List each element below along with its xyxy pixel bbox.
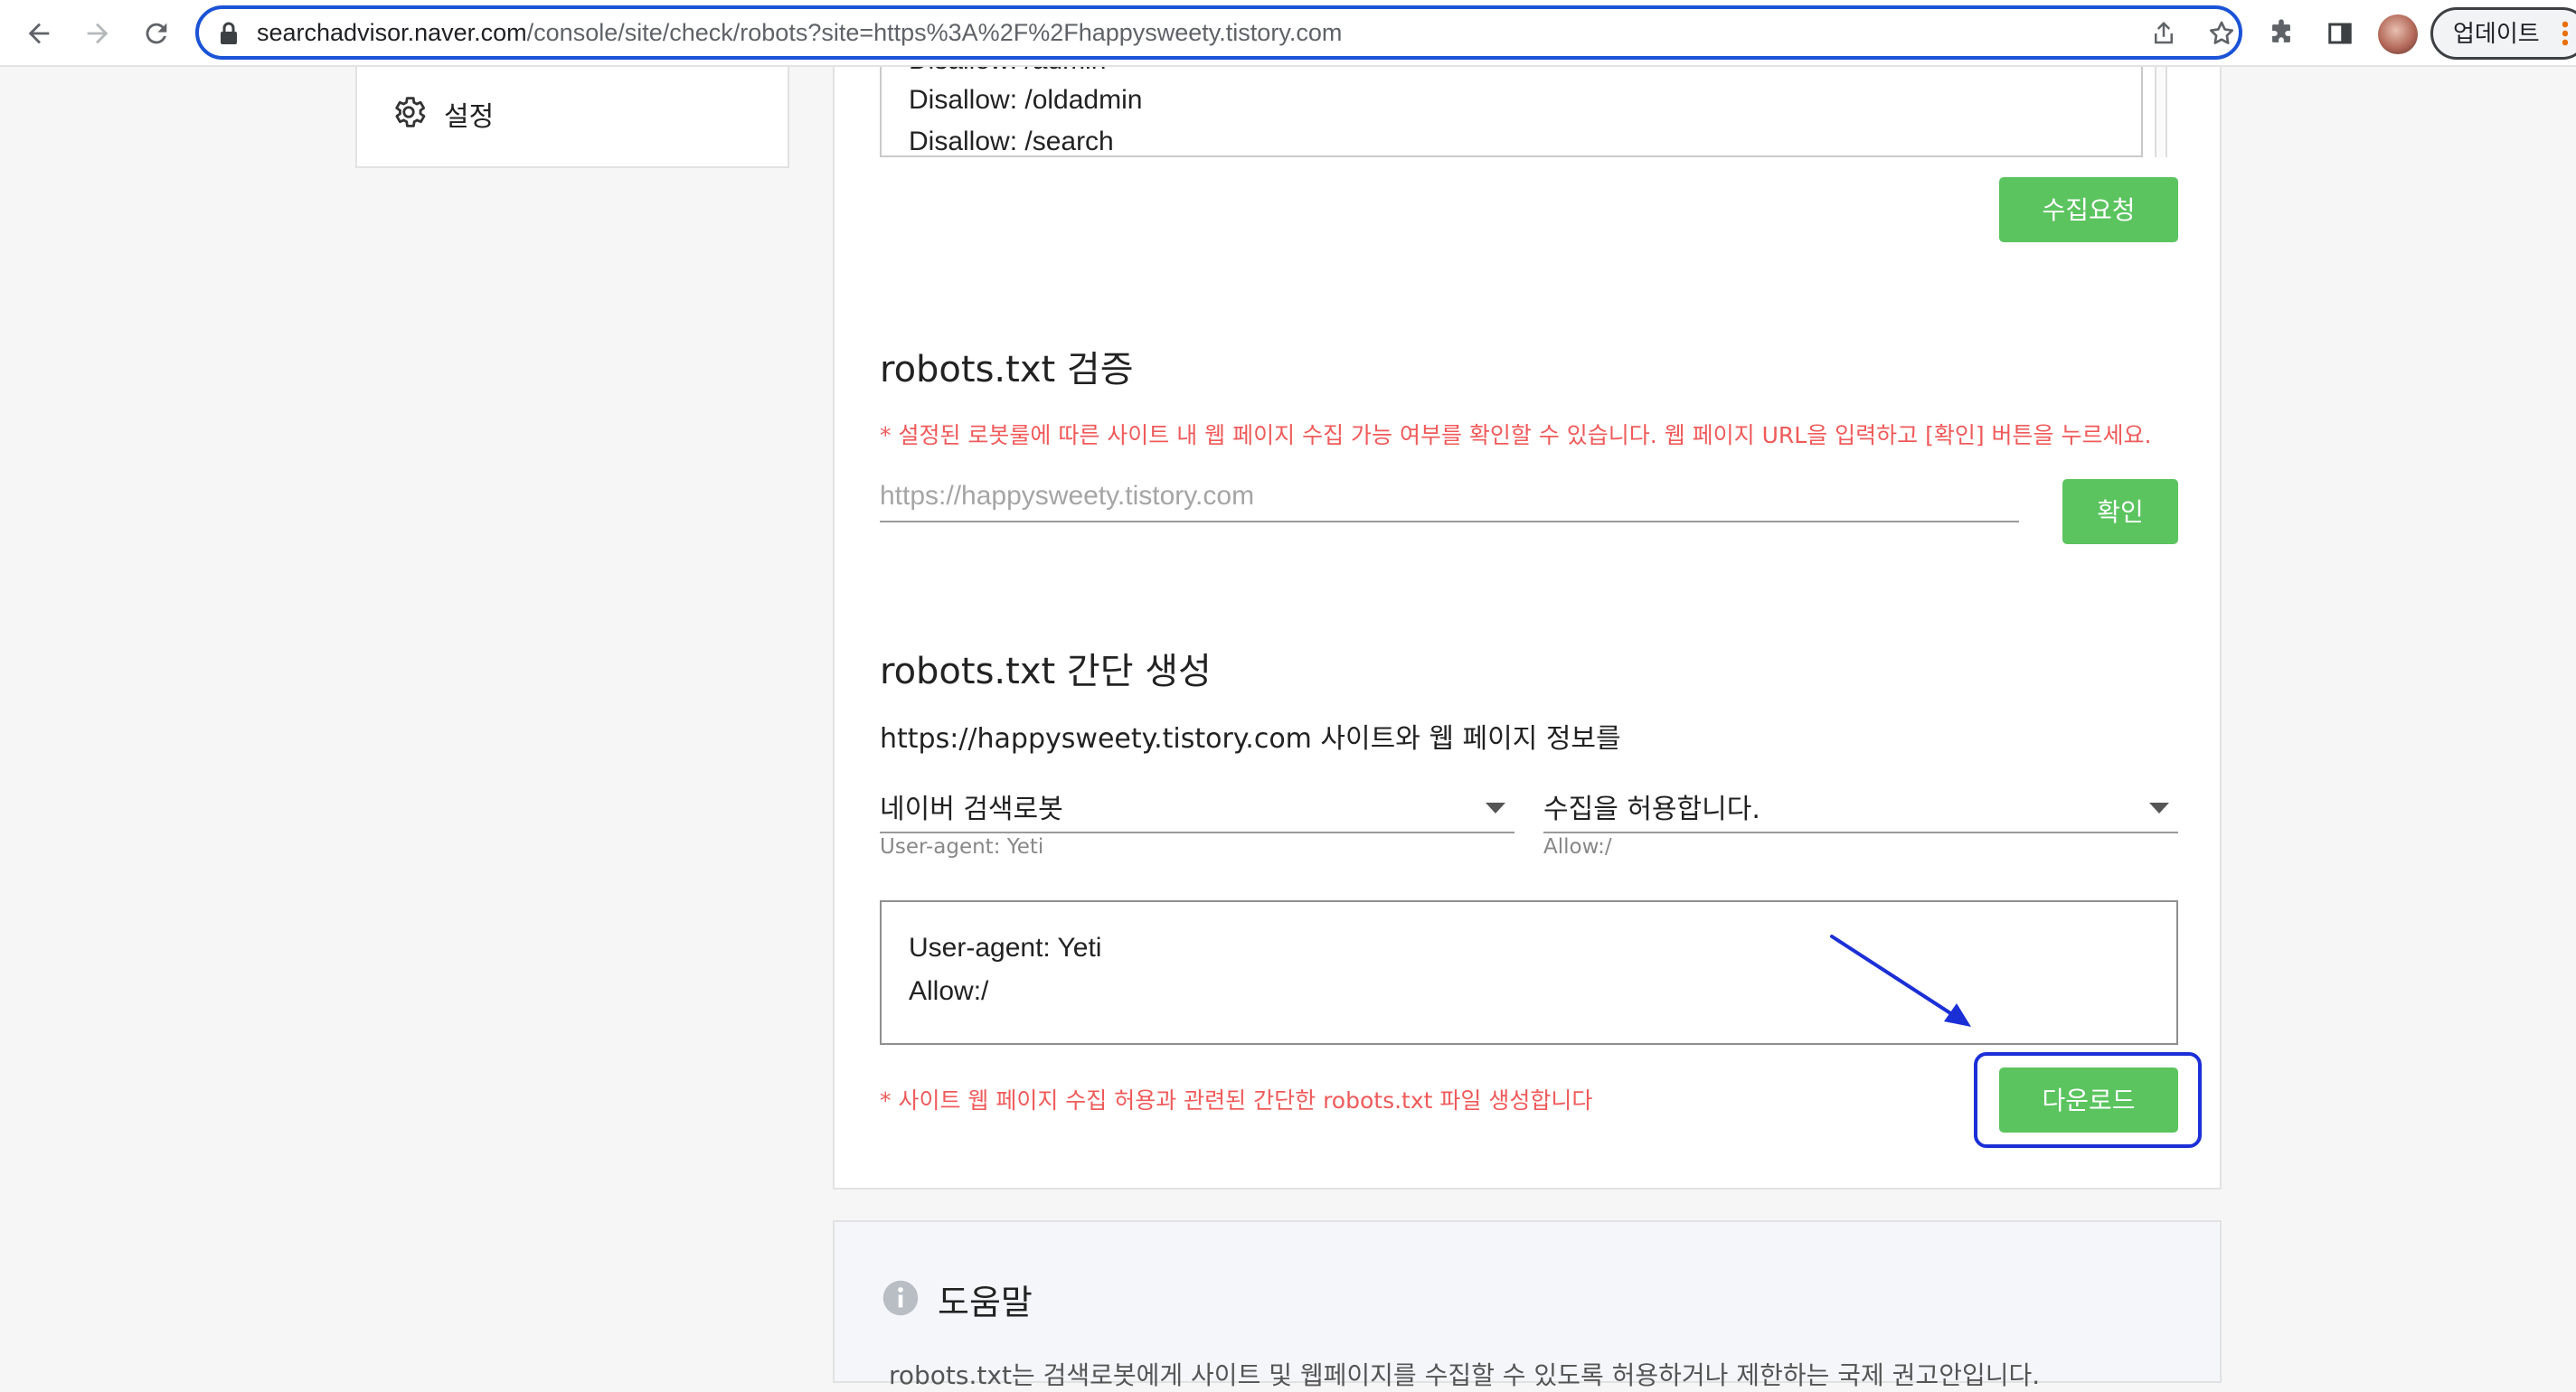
robot-select-hint: User-agent: Yeti xyxy=(880,835,1044,859)
robot-select-value: 네이버 검색로봇 xyxy=(880,794,1063,825)
help-text: robots.txt는 검색로봇에게 사이트 및 웹페이지를 수집할 수 있도록… xyxy=(889,1360,2041,1390)
validate-section-title: robots.txt 검증 xyxy=(880,349,1134,390)
robots-line: Disallow: /oldadmin xyxy=(909,85,1143,115)
robots-editor[interactable]: Disallow: /admin Disallow: /oldadmin Dis… xyxy=(880,67,2143,157)
permission-select-hint: Allow:/ xyxy=(1543,835,1612,859)
generator-section-title: robots.txt 간단 생성 xyxy=(880,651,1212,692)
sidebar-menu: 설정 xyxy=(355,67,789,168)
robots-settings-panel: Disallow: /admin Disallow: /oldadmin Dis… xyxy=(833,67,2222,1190)
help-panel: 도움말 robots.txt는 검색로봇에게 사이트 및 웹페이지를 수집할 수… xyxy=(833,1220,2222,1390)
arrow-left-icon xyxy=(28,23,50,44)
update-button[interactable]: 업데이트 xyxy=(2430,7,2576,60)
help-title: 도움말 xyxy=(882,1274,1033,1324)
robot-select[interactable]: 네이버 검색로봇 xyxy=(880,783,1514,833)
output-line: Allow:/ xyxy=(909,976,989,1006)
output-line: User-agent: Yeti xyxy=(909,933,1102,963)
generator-note: * 사이트 웹 페이지 수집 허용과 관련된 간단한 robots.txt 파일… xyxy=(880,1087,1593,1114)
collect-request-button[interactable]: 수집요청 xyxy=(1999,177,2178,242)
lock-icon xyxy=(219,22,239,49)
menu-dots-icon[interactable] xyxy=(2562,20,2568,47)
side-panel-icon[interactable] xyxy=(2319,13,2361,54)
info-icon xyxy=(882,1279,920,1321)
generated-robots-output: User-agent: Yeti Allow:/ xyxy=(880,900,2178,1045)
download-button[interactable]: 다운로드 xyxy=(1999,1068,2178,1133)
back-button[interactable] xyxy=(16,11,61,56)
address-bar[interactable]: searchadvisor.naver.com/console/site/che… xyxy=(195,5,2242,60)
generator-description: https://happysweety.tistory.com 사이트와 웹 페… xyxy=(880,723,1621,755)
sidebar-item-label: 설정 xyxy=(444,101,495,133)
reload-icon xyxy=(146,23,167,44)
profile-avatar[interactable] xyxy=(2378,14,2418,54)
arrow-right-icon xyxy=(87,23,109,44)
share-icon[interactable] xyxy=(2148,18,2179,49)
sidebar-item-settings[interactable]: 설정 xyxy=(390,94,494,134)
reload-button[interactable] xyxy=(134,11,179,56)
permission-select-value: 수집을 허용합니다. xyxy=(1543,794,1760,825)
robots-line: Disallow: /admin xyxy=(909,67,1106,76)
caret-down-icon xyxy=(1486,803,1505,814)
caret-down-icon xyxy=(2149,803,2169,814)
browser-toolbar: searchadvisor.naver.com/console/site/che… xyxy=(0,0,2576,67)
validate-note: * 설정된 로봇룰에 따른 사이트 내 웹 페이지 수집 가능 여부를 확인할 … xyxy=(880,422,2152,448)
validate-url-input[interactable] xyxy=(880,472,2019,522)
help-title-label: 도움말 xyxy=(938,1283,1033,1322)
confirm-button[interactable]: 확인 xyxy=(2062,479,2178,544)
robots-editor-scrollbar[interactable] xyxy=(2155,67,2167,157)
permission-select[interactable]: 수집을 허용합니다. xyxy=(1543,783,2178,833)
address-url: searchadvisor.naver.com/console/site/che… xyxy=(257,19,1343,46)
forward-button[interactable] xyxy=(75,11,120,56)
extensions-puzzle-icon[interactable] xyxy=(2260,13,2302,54)
gear-icon xyxy=(390,93,428,135)
bookmark-star-icon[interactable] xyxy=(2206,18,2237,49)
robots-line: Disallow: /search xyxy=(909,127,1114,156)
